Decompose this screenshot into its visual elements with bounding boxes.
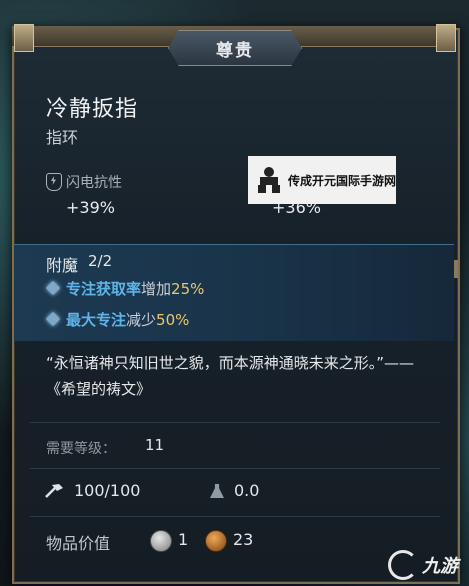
item-value-label: 物品价值 [46,534,111,553]
modifier-verb: 减少 [126,311,157,329]
weight-value: 0.0 [234,481,260,500]
site-watermark: 传成开元国际手游网 [248,156,396,204]
watermark-text: 传成开元国际手游网 [288,173,397,188]
modifier-verb: 增加 [141,280,172,298]
lore-text: “永恒诸神只知旧世之貌，而本源神通晓未来之形。”——《希望的祷文》 [46,354,415,398]
item-name: 冷静扳指 [46,97,139,122]
durability-value: 100/100 [74,481,141,500]
frame-corner-left [14,24,34,52]
silver-coin-icon [150,530,172,552]
modifier-amount: 25% [171,280,205,298]
item-type: 指环 [46,128,79,147]
hammer-icon [45,484,63,498]
rarity-plate: 尊贵 [168,30,302,66]
gold-value: 23 [233,530,254,549]
enchant-count: 2/2 [88,252,113,270]
modifier-name: 专注获取率 [66,280,142,298]
gold-coin-icon [205,530,227,552]
modifier-name: 最大专注 [66,311,127,329]
divider [30,516,440,517]
modifier-amount: 50% [156,311,190,329]
resistance-value: +39% [66,198,115,217]
site-logo-text: 九游 [422,556,458,577]
site-logo-icon [388,550,418,580]
site-logo: 九游 [388,548,466,582]
divider [30,422,440,423]
enchant-modifier: 最大专注减少50% [66,309,189,330]
lightning-shield-icon [46,173,62,191]
frame-corner-right [436,24,456,52]
silver-value: 1 [178,530,189,549]
enchant-title: 附魔 [46,256,79,275]
rarity-label: 尊贵 [216,40,254,61]
requirement-value: 11 [145,436,165,454]
resistance-label: 闪电抗性 [66,175,122,191]
watermark-logo-icon [256,167,282,193]
requirement-label: 需要等级： [46,441,116,457]
enchant-modifier: 专注获取率增加25% [66,278,204,299]
divider [30,468,440,469]
